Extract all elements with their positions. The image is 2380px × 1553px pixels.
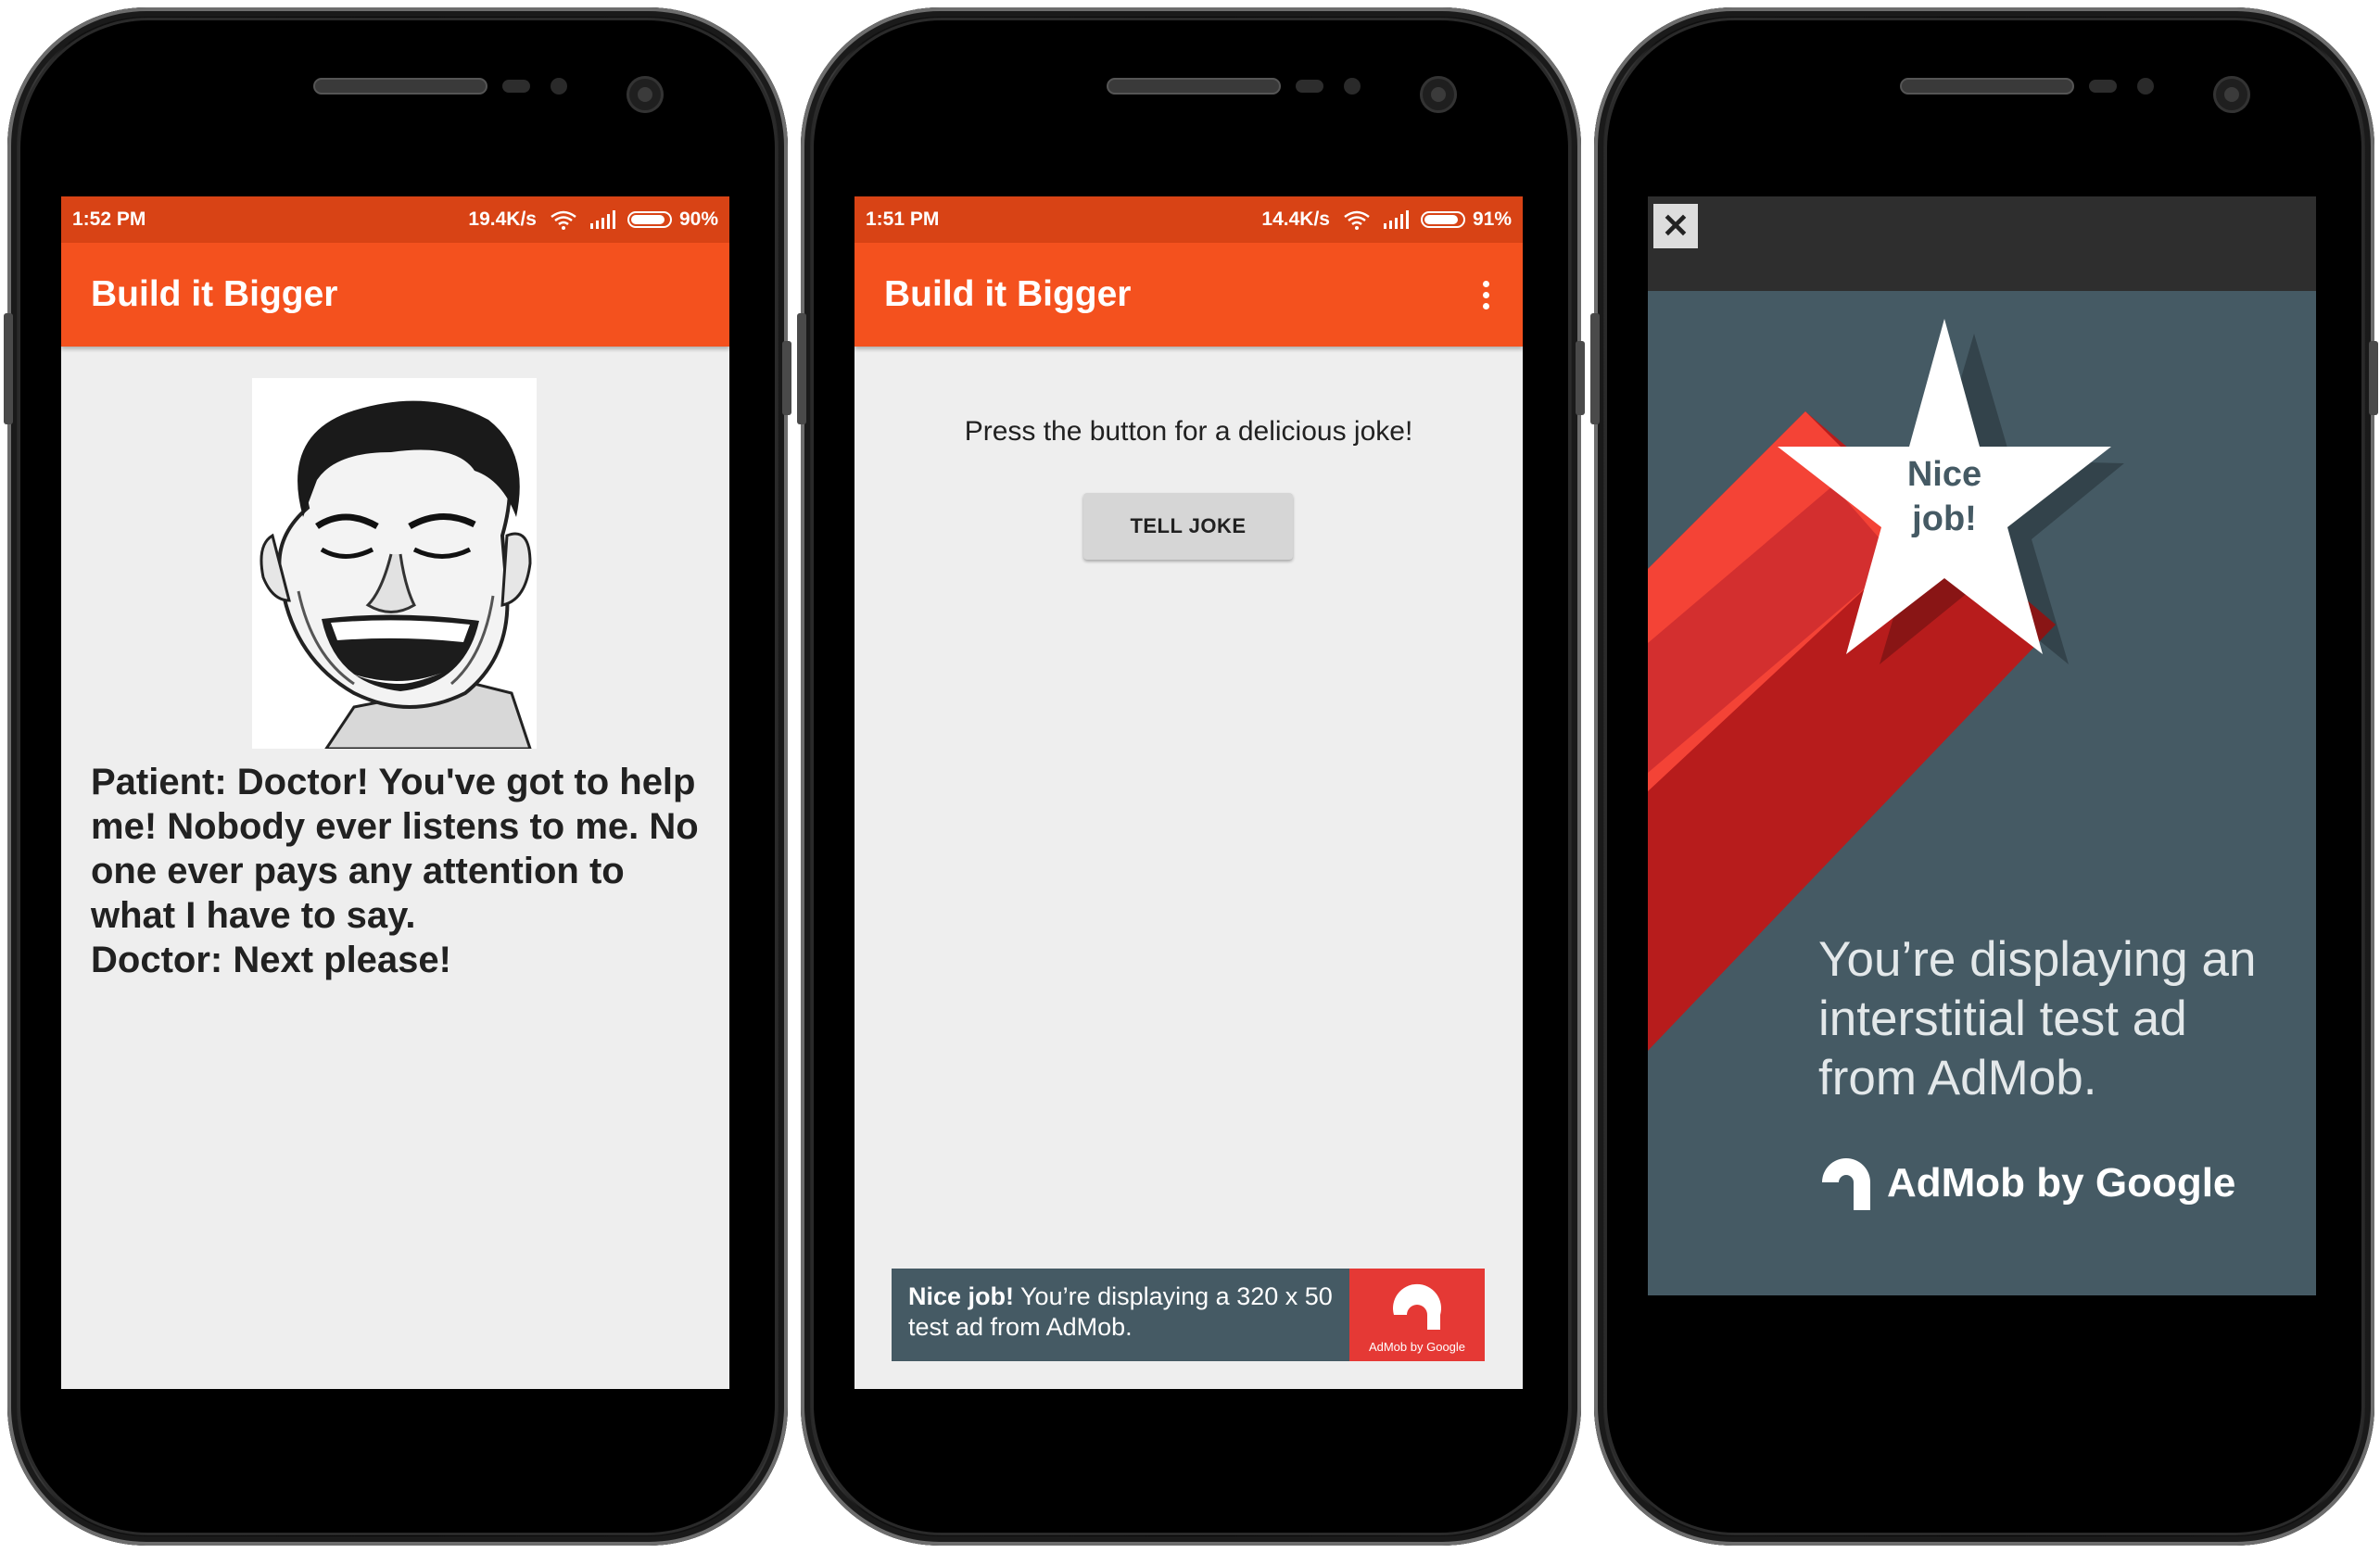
network-speed: 14.4K/s <box>1261 208 1330 230</box>
front-camera <box>2213 76 2250 113</box>
phone-frame-main: 1:51 PM 14.4K/s 91% Build it Bigger Pres… <box>797 7 1585 1546</box>
signal-icon <box>589 210 615 229</box>
volume-button <box>2369 341 2378 415</box>
tell-joke-button[interactable]: TELL JOKE <box>1083 493 1293 560</box>
admob-brand: AdMob by Google <box>1818 1155 2235 1212</box>
overflow-menu-icon[interactable] <box>1479 275 1493 315</box>
phone-frame-joke: 1:52 PM 19.4K/s 90% Build it Bigger Pati… <box>4 7 791 1546</box>
wifi-icon <box>551 210 576 230</box>
interstitial-footer <box>1648 1295 2316 1389</box>
proximity-sensor <box>2089 80 2117 93</box>
volume-button <box>782 341 791 415</box>
volume-button <box>1576 341 1585 415</box>
app-bar: Build it Bigger <box>855 243 1523 347</box>
earpiece-speaker <box>1900 78 2074 95</box>
status-time: 1:52 PM <box>72 208 146 230</box>
battery-icon <box>627 211 672 228</box>
earpiece-speaker <box>313 78 487 95</box>
admob-logo-tile: AdMob by Google <box>1349 1269 1485 1361</box>
admob-caption: AdMob by Google <box>1368 1340 1466 1354</box>
battery-level: 90% <box>678 208 718 230</box>
app-title: Build it Bigger <box>91 274 338 314</box>
power-button <box>4 313 13 424</box>
interstitial-header: ✕ <box>1648 196 2316 291</box>
earpiece-speaker <box>1107 78 1281 95</box>
star-text-line2: job! <box>1911 499 1977 538</box>
phone-frame-interstitial: ✕ Nice job! You’re displaying an interst… <box>1590 7 2378 1546</box>
app-bar: Build it Bigger <box>61 243 729 347</box>
star-text-line1: Nice <box>1907 455 1981 494</box>
interstitial-headline: You’re displaying an interstitial test a… <box>1818 932 2257 1105</box>
interstitial-ad[interactable]: Nice job! You’re displaying an interstit… <box>1648 291 2316 1295</box>
power-button <box>1590 313 1600 424</box>
battery-icon <box>1420 211 1465 228</box>
banner-ad-bold: Nice job! <box>908 1282 1015 1310</box>
banner-ad-text: Nice job! You’re displaying a 320 x 50 t… <box>892 1269 1349 1361</box>
admob-brand-label: AdMob by Google <box>1887 1160 2236 1206</box>
front-camera <box>627 76 664 113</box>
app-title: Build it Bigger <box>884 274 1132 314</box>
light-sensor <box>2137 78 2154 95</box>
joke-prompt: Press the button for a delicious joke! <box>964 416 1413 447</box>
joke-screen: 1:52 PM 19.4K/s 90% Build it Bigger Pati… <box>61 196 729 1389</box>
status-time: 1:51 PM <box>866 208 940 230</box>
joke-text: Patient: Doctor! You've got to help me! … <box>91 762 699 980</box>
close-ad-button[interactable]: ✕ <box>1653 204 1698 248</box>
interstitial-screen: ✕ Nice job! You’re displaying an interst… <box>1648 196 2316 1389</box>
light-sensor <box>551 78 567 95</box>
network-speed: 19.4K/s <box>468 208 537 230</box>
status-bar: 1:51 PM 14.4K/s 91% <box>855 196 1523 243</box>
signal-icon <box>1383 210 1409 229</box>
star-banner-graphic: Nice job! <box>1648 319 2124 1051</box>
laughing-face-image <box>252 378 537 751</box>
admob-logo-icon <box>1822 1158 1870 1210</box>
front-camera <box>1420 76 1457 113</box>
battery-level: 91% <box>1472 208 1512 230</box>
laughing-face-icon <box>252 378 537 751</box>
wifi-icon <box>1344 210 1370 230</box>
status-bar: 1:52 PM 19.4K/s 90% <box>61 196 729 243</box>
main-screen: 1:51 PM 14.4K/s 91% Build it Bigger Pres… <box>855 196 1523 1389</box>
banner-ad[interactable]: Nice job! You’re displaying a 320 x 50 t… <box>892 1269 1485 1361</box>
light-sensor <box>1344 78 1361 95</box>
proximity-sensor <box>1296 80 1323 93</box>
power-button <box>797 313 806 424</box>
proximity-sensor <box>502 80 530 93</box>
